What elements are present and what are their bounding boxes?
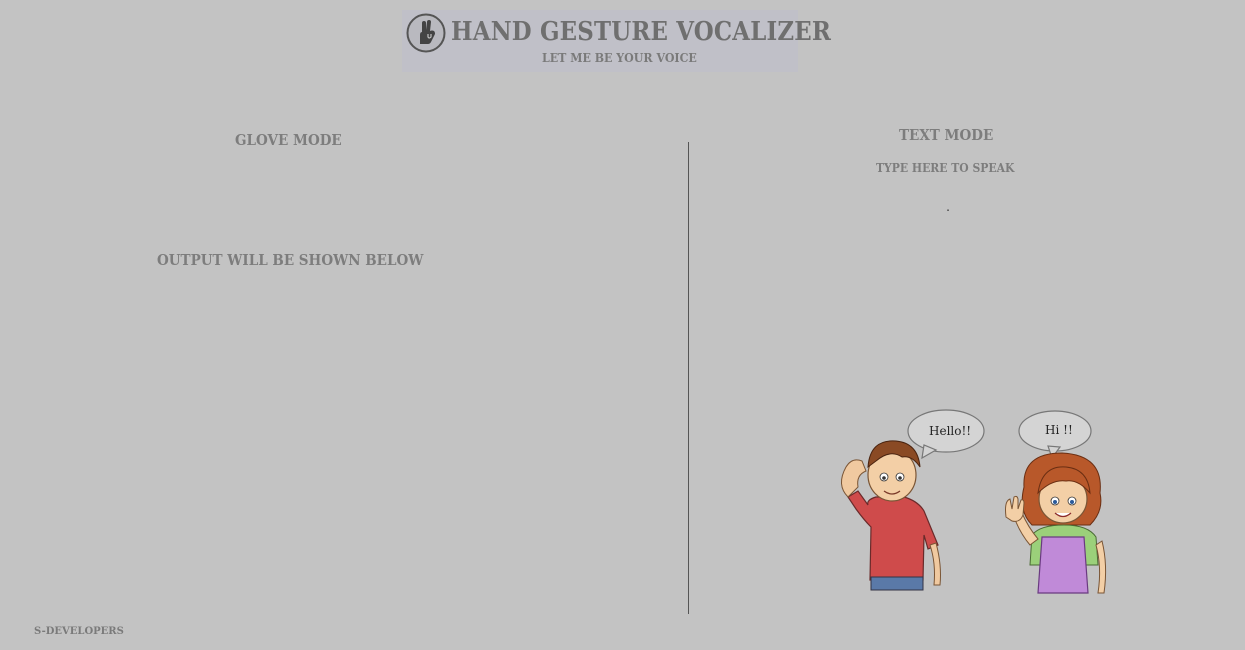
glove-mode-heading: GLOVE MODE bbox=[235, 131, 342, 149]
output-label: OUTPUT WILL BE SHOWN BELOW bbox=[157, 251, 424, 269]
text-mode-heading: TEXT MODE bbox=[899, 126, 994, 144]
app-title: HAND GESTURE VOCALIZER bbox=[451, 17, 832, 47]
girl-figure bbox=[1005, 452, 1107, 594]
speak-text-input[interactable]: . bbox=[900, 200, 996, 220]
hand-gesture-icon bbox=[406, 13, 446, 53]
type-here-label: TYPE HERE TO SPEAK bbox=[876, 161, 1015, 175]
boy-speech-text: Hello!! bbox=[929, 424, 972, 438]
girl-speech-text: Hi !! bbox=[1045, 423, 1073, 437]
app-subtitle: LET ME BE YOUR VOICE bbox=[542, 51, 697, 65]
panel-divider bbox=[688, 142, 689, 614]
footer-credit: S-DEVELOPERS bbox=[34, 626, 124, 637]
boy-figure bbox=[841, 440, 941, 591]
